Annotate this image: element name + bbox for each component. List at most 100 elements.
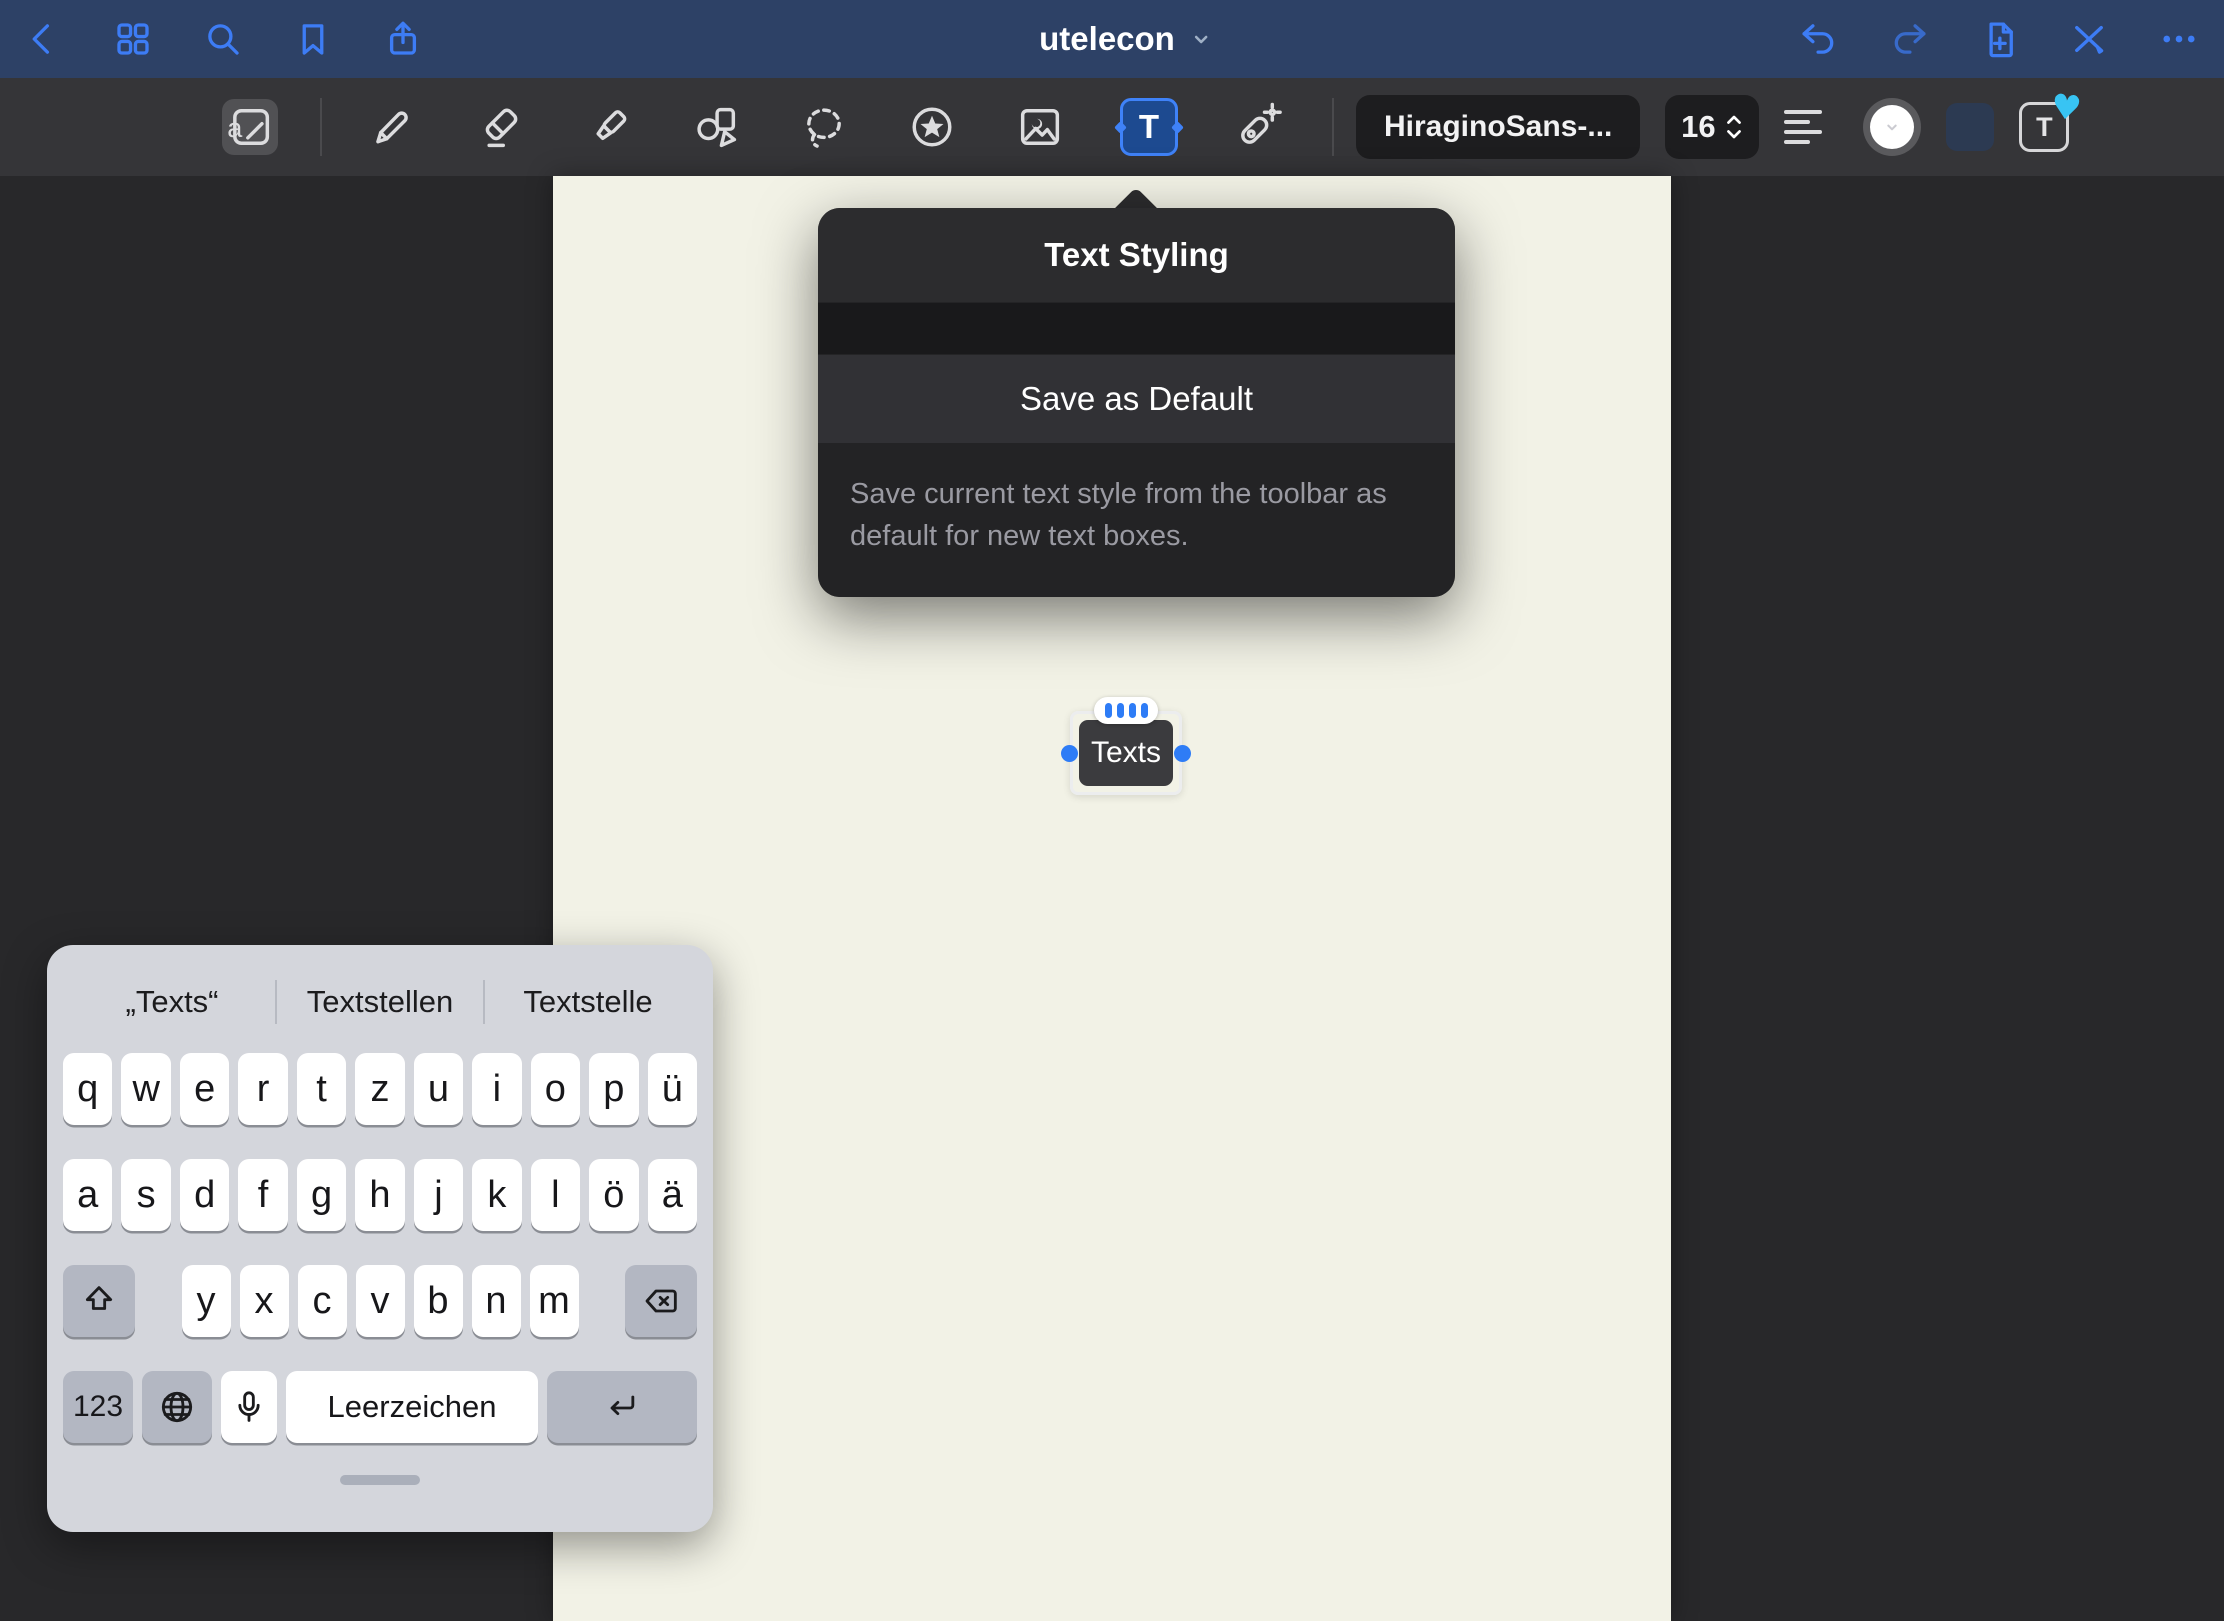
- key-c[interactable]: c: [298, 1265, 347, 1337]
- popover-title: Text Styling: [818, 208, 1455, 302]
- stepper-chevrons-icon: [1724, 111, 1744, 143]
- secondary-color-swatch[interactable]: [1946, 103, 1994, 151]
- document-title[interactable]: utelecon: [1039, 20, 1213, 58]
- key-d[interactable]: d: [180, 1159, 229, 1231]
- key-w[interactable]: w: [121, 1053, 170, 1125]
- share-icon[interactable]: [380, 16, 426, 62]
- save-as-default-button[interactable]: Save as Default: [818, 355, 1455, 443]
- font-family-button[interactable]: HiraginoSans-...: [1356, 95, 1640, 159]
- suggestion-item[interactable]: Textstelle: [485, 984, 691, 1020]
- image-icon[interactable]: [1012, 99, 1068, 155]
- thumbnails-grid-icon[interactable]: [110, 16, 156, 62]
- keyboard-row-4: 123 Leerzeichen: [63, 1371, 697, 1443]
- key-f[interactable]: f: [238, 1159, 287, 1231]
- resize-handle-right[interactable]: [1174, 745, 1191, 762]
- selected-color-swatch: [1870, 105, 1914, 149]
- globe-key[interactable]: [142, 1371, 212, 1443]
- microphone-icon: [229, 1387, 269, 1427]
- key-l[interactable]: l: [531, 1159, 580, 1231]
- popover-section-divider: [818, 302, 1455, 355]
- shift-icon: [79, 1281, 119, 1321]
- key-m[interactable]: m: [530, 1265, 579, 1337]
- key-ä[interactable]: ä: [648, 1159, 697, 1231]
- backspace-key[interactable]: [625, 1265, 697, 1337]
- key-t[interactable]: t: [297, 1053, 346, 1125]
- key-r[interactable]: r: [238, 1053, 287, 1125]
- font-size-stepper[interactable]: 16: [1665, 95, 1759, 159]
- topbar-left-group: [0, 16, 426, 62]
- key-x[interactable]: x: [240, 1265, 289, 1337]
- key-b[interactable]: b: [414, 1265, 463, 1337]
- key-z[interactable]: z: [355, 1053, 404, 1125]
- suggestion-item[interactable]: „Texts“: [69, 984, 275, 1020]
- dictation-key[interactable]: [221, 1371, 277, 1443]
- return-icon: [602, 1387, 642, 1427]
- key-o[interactable]: o: [531, 1053, 580, 1125]
- return-key[interactable]: [547, 1371, 697, 1443]
- text-color-picker[interactable]: [1863, 98, 1921, 156]
- add-page-icon[interactable]: [1976, 16, 2022, 62]
- heart-badge-icon: ♥: [2049, 87, 2083, 130]
- key-ü[interactable]: ü: [648, 1053, 697, 1125]
- numbers-key[interactable]: 123: [63, 1371, 133, 1443]
- selected-text-box[interactable]: Texts: [1070, 711, 1182, 795]
- key-k[interactable]: k: [472, 1159, 521, 1231]
- key-h[interactable]: h: [355, 1159, 404, 1231]
- svg-text:a: a: [227, 112, 243, 143]
- toolbar-divider: [1332, 98, 1334, 156]
- highlighter-icon[interactable]: [580, 99, 636, 155]
- keyboard-row-3-letters: yxcvbnm: [182, 1265, 579, 1337]
- key-y[interactable]: y: [182, 1265, 231, 1337]
- space-key[interactable]: Leerzeichen: [286, 1371, 538, 1443]
- elements-star-icon[interactable]: [904, 99, 960, 155]
- globe-icon: [157, 1387, 197, 1427]
- key-p[interactable]: p: [589, 1053, 638, 1125]
- more-ellipsis-icon[interactable]: [2156, 16, 2202, 62]
- back-chevron-icon[interactable]: [20, 16, 66, 62]
- text-box-content[interactable]: Texts: [1079, 720, 1173, 786]
- text-align-icon[interactable]: [1784, 99, 1838, 155]
- key-i[interactable]: i: [472, 1053, 521, 1125]
- text-styling-popover: Text Styling Save as Default Save curren…: [818, 208, 1455, 597]
- bookmark-icon[interactable]: [290, 16, 336, 62]
- canvas-area: Text Styling Save as Default Save curren…: [0, 176, 2224, 1621]
- popover-body: Text Styling Save as Default Save curren…: [818, 208, 1455, 597]
- top-navigation-bar: utelecon: [0, 0, 2224, 78]
- key-e[interactable]: e: [180, 1053, 229, 1125]
- font-family-label: HiraginoSans-...: [1384, 110, 1612, 144]
- shapes-icon[interactable]: [688, 99, 744, 155]
- undo-icon[interactable]: [1796, 16, 1842, 62]
- document-title-label: utelecon: [1039, 20, 1175, 58]
- laser-pointer-icon[interactable]: [1230, 99, 1286, 155]
- text-style-favorite-icon[interactable]: T ♥: [2019, 102, 2069, 152]
- key-s[interactable]: s: [121, 1159, 170, 1231]
- panel-mode-icon[interactable]: a: [222, 99, 278, 155]
- key-v[interactable]: v: [356, 1265, 405, 1337]
- search-icon[interactable]: [200, 16, 246, 62]
- key-ö[interactable]: ö: [589, 1159, 638, 1231]
- scribble-cross-icon[interactable]: [2066, 16, 2112, 62]
- key-n[interactable]: n: [472, 1265, 521, 1337]
- keyboard-rows: qwertzuiopü asdfghjklöä yxcvbnm 123: [63, 1053, 697, 1443]
- text-tool-icon[interactable]: T: [1120, 98, 1178, 156]
- keyboard-row-1: qwertzuiopü: [63, 1053, 697, 1125]
- keyboard-drag-pill[interactable]: [340, 1475, 420, 1485]
- redo-icon[interactable]: [1886, 16, 1932, 62]
- topbar-right-group: [1796, 16, 2224, 62]
- lasso-icon[interactable]: [796, 99, 852, 155]
- keyboard-row-3: yxcvbnm: [63, 1265, 697, 1337]
- key-u[interactable]: u: [414, 1053, 463, 1125]
- pen-icon[interactable]: [364, 99, 420, 155]
- suggestion-item[interactable]: Textstellen: [277, 984, 483, 1020]
- text-box-drag-handle[interactable]: [1094, 697, 1158, 724]
- key-a[interactable]: a: [63, 1159, 112, 1231]
- font-size-value: 16: [1681, 109, 1715, 145]
- key-q[interactable]: q: [63, 1053, 112, 1125]
- eraser-icon[interactable]: [472, 99, 528, 155]
- key-g[interactable]: g: [297, 1159, 346, 1231]
- key-j[interactable]: j: [414, 1159, 463, 1231]
- editing-toolbar: a T: [0, 78, 2224, 176]
- shift-key[interactable]: [63, 1265, 135, 1337]
- resize-handle-left[interactable]: [1061, 745, 1078, 762]
- text-tool-handle: [1171, 121, 1184, 134]
